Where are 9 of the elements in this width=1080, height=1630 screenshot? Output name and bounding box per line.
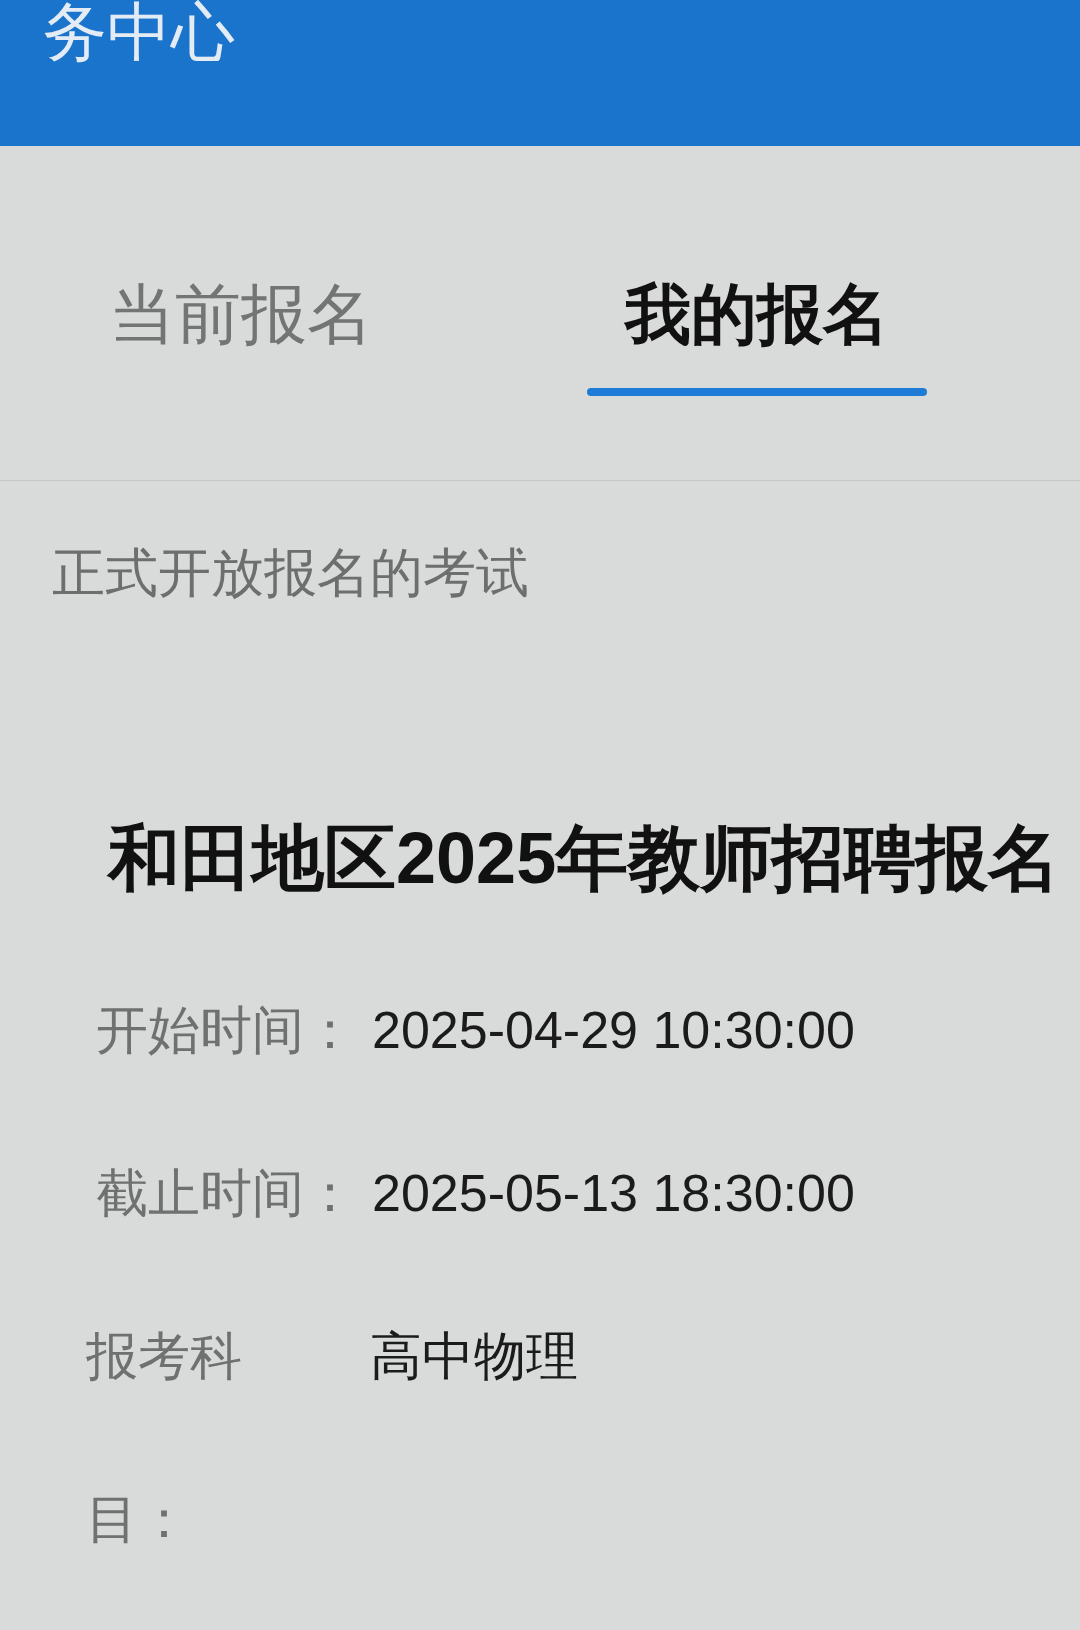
field-label: 报考科目： (86, 1326, 243, 1550)
field-value: 2025-04-29 10:30:00 (372, 1000, 855, 1061)
section-title: 正式开放报名的考试 (52, 543, 529, 602)
exam-title: 和田地区2025年教师招聘报名 (108, 818, 1061, 898)
field-label: 开始时间： (96, 1000, 356, 1061)
field-label: 截止时间： (96, 1163, 356, 1224)
field-value: 2025-05-13 18:30:00 (372, 1163, 855, 1224)
field-value: 高中物理 (370, 1326, 578, 1387)
tab[interactable]: 我的报名 (587, 281, 927, 396)
